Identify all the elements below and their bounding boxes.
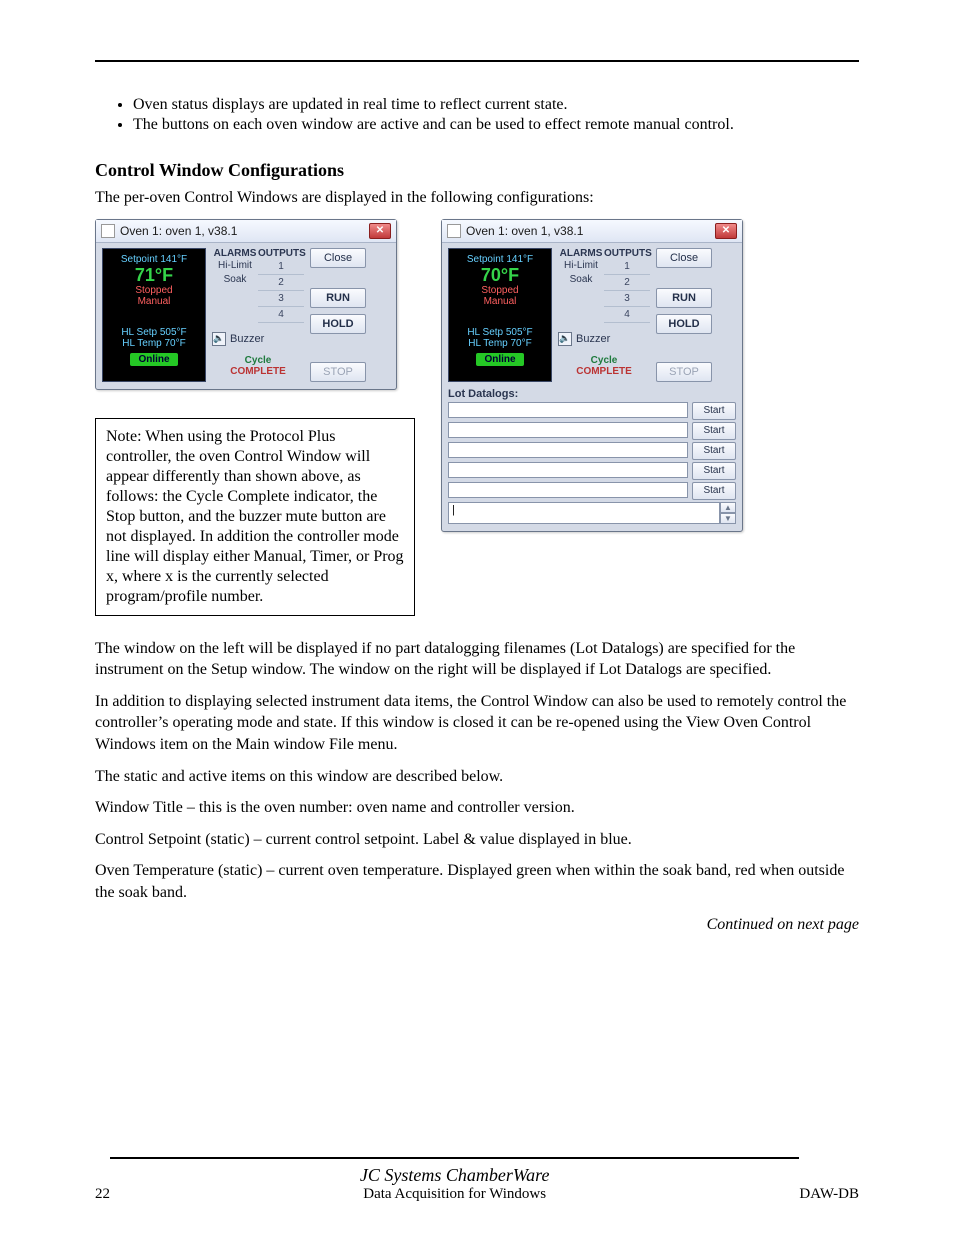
mute-icon[interactable]: 🔈	[212, 332, 226, 346]
note-label: Note:	[106, 428, 142, 445]
online-badge: Online	[476, 353, 523, 366]
hold-button[interactable]: HOLD	[310, 314, 366, 334]
lot-textarea[interactable]: |	[448, 502, 720, 524]
hl-setp: HL Setp 505°F	[452, 327, 548, 338]
titlebar: Oven 1: oven 1, v38.1 ✕	[442, 220, 742, 243]
app-icon	[447, 224, 461, 238]
oven-temperature: 71°F	[106, 265, 202, 285]
hl-temp: HL Temp 70°F	[106, 338, 202, 349]
intro-paragraph: The per-oven Control Windows are display…	[95, 187, 859, 209]
outputs-header: OUTPUTS	[604, 248, 650, 259]
stopped-label: Stopped	[106, 285, 202, 296]
close-button[interactable]: Close	[310, 248, 366, 268]
alarms-header: ALARMS	[558, 248, 604, 259]
lot-input-4[interactable]	[448, 462, 688, 478]
output-1: 1	[604, 259, 650, 275]
window-close-button[interactable]: ✕	[715, 223, 737, 239]
section-title: Control Window Configurations	[95, 160, 859, 181]
alarm-hi-limit: Hi-Limit	[558, 259, 604, 273]
stop-button[interactable]: STOP	[656, 362, 712, 382]
lot-start-button[interactable]: Start	[692, 442, 736, 460]
output-1: 1	[258, 259, 304, 275]
mid-column: ALARMS Hi-Limit Soak OUTPUTS 1 2 3 4	[558, 248, 650, 382]
manual-label: Manual	[106, 296, 202, 307]
outputs-header: OUTPUTS	[258, 248, 304, 259]
online-badge: Online	[130, 353, 177, 366]
manual-label: Manual	[452, 296, 548, 307]
bullet-list: Oven status displays are updated in real…	[95, 96, 859, 134]
bullet-item: Oven status displays are updated in real…	[133, 96, 859, 114]
body-paragraph: The static and active items on this wind…	[95, 766, 859, 788]
footer-rule	[110, 1157, 799, 1159]
lot-start-button[interactable]: Start	[692, 482, 736, 500]
mid-column: ALARMS Hi-Limit Soak OUTPUTS 1 2 3 4	[212, 248, 304, 382]
footer-code: DAW-DB	[799, 1186, 859, 1203]
output-2: 2	[604, 275, 650, 291]
page-footer: 22 JC Systems ChamberWare Data Acquisiti…	[95, 1155, 859, 1203]
window-close-button[interactable]: ✕	[369, 223, 391, 239]
app-icon	[101, 224, 115, 238]
run-button[interactable]: RUN	[310, 288, 366, 308]
hl-setp: HL Setp 505°F	[106, 327, 202, 338]
output-2: 2	[258, 275, 304, 291]
alarm-soak: Soak	[558, 273, 604, 287]
status-panel: Setpoint 141°F 71°F Stopped Manual HL Se…	[102, 248, 206, 382]
alarms-header: ALARMS	[212, 248, 258, 259]
alarm-hi-limit: Hi-Limit	[212, 259, 258, 273]
lot-input-1[interactable]	[448, 402, 688, 418]
titlebar: Oven 1: oven 1, v38.1 ✕	[96, 220, 396, 243]
body-paragraph: The window on the left will be displayed…	[95, 638, 859, 681]
buzzer-label: Buzzer	[576, 333, 610, 345]
setpoint-label: Setpoint 141°F	[452, 254, 548, 265]
oven-temperature: 70°F	[452, 265, 548, 285]
lot-input-3[interactable]	[448, 442, 688, 458]
output-4: 4	[604, 307, 650, 323]
oven-window-b: Oven 1: oven 1, v38.1 ✕ Setpoint 141°F 7…	[441, 219, 743, 532]
window-title: Oven 1: oven 1, v38.1	[120, 224, 369, 238]
output-3: 3	[258, 291, 304, 307]
body-paragraph: Control Setpoint (static) – current cont…	[95, 829, 859, 851]
hl-temp: HL Temp 70°F	[452, 338, 548, 349]
lot-start-button[interactable]: Start	[692, 422, 736, 440]
run-button[interactable]: RUN	[656, 288, 712, 308]
cycle-complete-indicator: Cycle COMPLETE	[212, 355, 304, 377]
stop-button[interactable]: STOP	[310, 362, 366, 382]
footer-page-number: 22	[95, 1186, 110, 1203]
lot-input-2[interactable]	[448, 422, 688, 438]
output-3: 3	[604, 291, 650, 307]
scroll-down-icon[interactable]: ▼	[720, 513, 736, 524]
body-paragraph: Window Title – this is the oven number: …	[95, 797, 859, 819]
window-title: Oven 1: oven 1, v38.1	[466, 224, 715, 238]
footer-title-b: Data Acquisition for Windows	[110, 1186, 799, 1203]
note-box: Note: When using the Protocol Plus contr…	[95, 418, 415, 616]
lot-start-button[interactable]: Start	[692, 402, 736, 420]
oven-window-a: Oven 1: oven 1, v38.1 ✕ Setpoint 141°F 7…	[95, 219, 397, 390]
scroll-up-icon[interactable]: ▲	[720, 502, 736, 513]
status-panel: Setpoint 141°F 70°F Stopped Manual HL Se…	[448, 248, 552, 382]
lot-input-5[interactable]	[448, 482, 688, 498]
cycle-complete-indicator: Cycle COMPLETE	[558, 355, 650, 377]
body-paragraph: Oven Temperature (static) – current oven…	[95, 860, 859, 903]
setpoint-label: Setpoint 141°F	[106, 254, 202, 265]
scrollbar[interactable]: ▲▼	[720, 502, 736, 524]
note-body: When using the Protocol Plus controller,…	[106, 428, 404, 605]
continued-label: Continued on next page	[95, 914, 859, 936]
buzzer-label: Buzzer	[230, 333, 264, 345]
output-4: 4	[258, 307, 304, 323]
lot-start-button[interactable]: Start	[692, 462, 736, 480]
lot-datalogs-label: Lot Datalogs:	[448, 388, 736, 400]
alarm-soak: Soak	[212, 273, 258, 287]
hold-button[interactable]: HOLD	[656, 314, 712, 334]
mute-icon[interactable]: 🔈	[558, 332, 572, 346]
body-paragraph: In addition to displaying selected instr…	[95, 691, 859, 756]
bullet-item: The buttons on each oven window are acti…	[133, 116, 859, 134]
footer-title-a: JC Systems ChamberWare	[360, 1165, 550, 1185]
stopped-label: Stopped	[452, 285, 548, 296]
lot-datalogs-section: Lot Datalogs: Start Start Start Start St…	[448, 388, 736, 524]
close-button[interactable]: Close	[656, 248, 712, 268]
